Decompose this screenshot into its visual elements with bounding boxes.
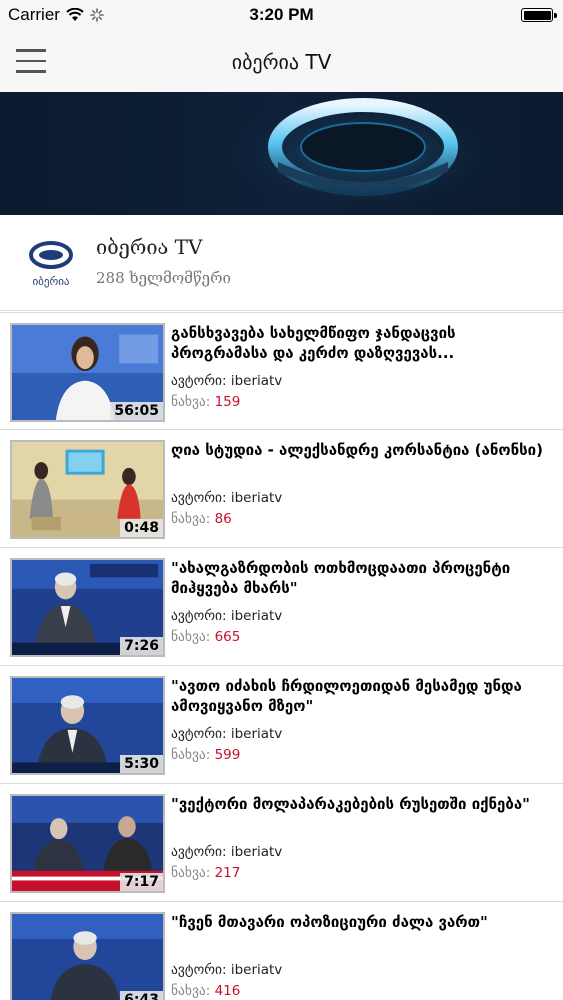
video-views: ნახვა: 665 <box>171 629 241 645</box>
video-title: "ახალგაზრდობის ოთხმოცდაათი პროცენტი მიჰყ… <box>171 559 511 597</box>
video-thumbnail: 56:05 <box>10 323 165 422</box>
video-thumbnail: 7:17 <box>10 794 165 893</box>
video-author: ავტორი: iberiatv <box>171 726 283 742</box>
video-item[interactable]: 0:48 ღია სტუდია - ალექსანდრე კორსანტია (… <box>0 430 563 548</box>
video-thumbnail: 0:48 <box>10 440 165 539</box>
video-duration: 7:17 <box>120 873 163 891</box>
video-item[interactable]: 6:43 "ჩვენ მთავარი ოპოზიციური ძალა ვართ"… <box>0 902 563 1000</box>
video-item[interactable]: 7:17 "ვექტორი მოლაპარაკებების რუსეთში იქ… <box>0 784 563 902</box>
video-views: ნახვა: 159 <box>171 394 241 410</box>
channel-header[interactable]: იბერია იბერია TV 288 ხელმომწერი <box>0 215 563 311</box>
channel-banner-logo <box>213 94 513 214</box>
video-author: ავტორი: iberiatv <box>171 962 283 978</box>
video-title: ღია სტუდია - ალექსანდრე კორსანტია (ანონს… <box>171 441 543 459</box>
video-author: ავტორი: iberiatv <box>171 373 283 389</box>
channel-name: იბერია TV <box>96 235 203 259</box>
video-author: ავტორი: iberiatv <box>171 490 283 506</box>
nav-bar: იბერია TV <box>0 30 563 92</box>
video-duration: 7:26 <box>120 637 163 655</box>
video-views: ნახვა: 86 <box>171 511 232 527</box>
video-duration: 5:30 <box>120 755 163 773</box>
video-list: 56:05 განსხვავება სახელმწიფო ჯანდაცვის პ… <box>0 312 563 1000</box>
video-item[interactable]: 56:05 განსხვავება სახელმწიფო ჯანდაცვის პ… <box>0 312 563 430</box>
video-thumbnail: 5:30 <box>10 676 165 775</box>
page-title: იბერია TV <box>231 50 332 74</box>
video-views: ნახვა: 416 <box>171 983 241 999</box>
video-duration: 0:48 <box>120 519 163 537</box>
status-bar: Carrier 3:20 PM <box>0 0 563 30</box>
video-item[interactable]: 7:26 "ახალგაზრდობის ოთხმოცდაათი პროცენტი… <box>0 548 563 666</box>
video-title: "ვექტორი მოლაპარაკებების რუსეთში იქნება" <box>171 795 530 813</box>
channel-banner <box>0 92 563 215</box>
video-author: ავტორი: iberiatv <box>171 844 283 860</box>
video-thumbnail: 7:26 <box>10 558 165 657</box>
video-item[interactable]: 5:30 "ავთო იძახის ჩრდილოეთიდან მესამედ უ… <box>0 666 563 784</box>
video-title: "ავთო იძახის ჩრდილოეთიდან მესამედ უნდა ა… <box>171 677 522 715</box>
battery-icon <box>521 8 557 22</box>
status-time: 3:20 PM <box>249 5 314 24</box>
video-views: ნახვა: 217 <box>171 865 241 881</box>
video-title: "ჩვენ მთავარი ოპოზიციური ძალა ვართ" <box>171 913 488 931</box>
channel-logo: იბერია <box>20 237 82 293</box>
video-views: ნახვა: 599 <box>171 747 241 763</box>
video-author: ავტორი: iberiatv <box>171 608 283 624</box>
channel-logo-text: იბერია <box>32 275 69 288</box>
video-duration: 56:05 <box>110 402 163 420</box>
channel-subscribers: 288 ხელმომწერი <box>96 269 231 287</box>
video-thumbnail: 6:43 <box>10 912 165 1000</box>
video-title: განსხვავება სახელმწიფო ჯანდაცვის პროგრამ… <box>171 324 456 362</box>
video-duration: 6:43 <box>120 991 163 1000</box>
channel-logo-mark: იბერია <box>29 241 73 288</box>
